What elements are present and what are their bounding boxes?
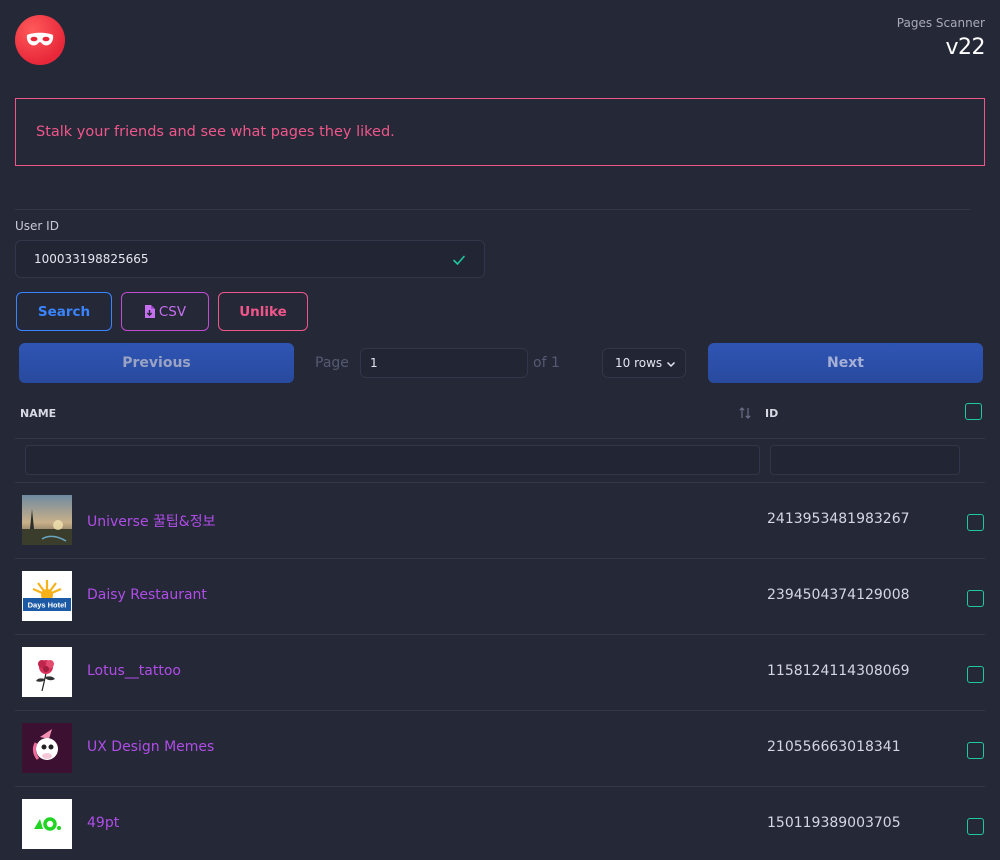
- page-name-link[interactable]: 49pt: [87, 815, 119, 831]
- csv-button[interactable]: CSV: [121, 292, 209, 331]
- name-filter-input[interactable]: [25, 445, 760, 475]
- app-version: v22: [945, 35, 985, 60]
- banner-text: Stalk your friends and see what pages th…: [36, 124, 395, 140]
- page-name-link[interactable]: Daisy Restaurant: [87, 587, 207, 603]
- next-button[interactable]: Next: [708, 343, 983, 383]
- table-row: Universe 꿀팁&정보 2413953481983267: [15, 483, 985, 559]
- row-checkbox[interactable]: [967, 590, 984, 607]
- days-hotel-logo-text: Days Hotel: [28, 601, 67, 610]
- app-name: Pages Scanner: [896, 16, 985, 30]
- mask-icon: [26, 32, 54, 46]
- check-icon: [453, 255, 465, 265]
- page-name-link[interactable]: Universe 꿀팁&정보: [87, 511, 215, 531]
- page-thumbnail: [22, 495, 72, 545]
- previous-button[interactable]: Previous: [19, 343, 294, 383]
- user-id-input[interactable]: [16, 241, 484, 277]
- row-checkbox[interactable]: [967, 742, 984, 759]
- chevron-down-icon: [666, 361, 676, 368]
- page-id: 150119389003705: [767, 815, 901, 831]
- page-total: of 1: [533, 355, 560, 371]
- 49pt-logo: [34, 817, 61, 831]
- table-row: UX Design Memes 210556663018341: [15, 711, 985, 787]
- page-name-link[interactable]: UX Design Memes: [87, 739, 214, 755]
- page-id: 1158124114308069: [767, 663, 910, 679]
- row-checkbox[interactable]: [967, 514, 984, 531]
- app-logo: [15, 15, 65, 65]
- search-button-label: Search: [37, 303, 91, 320]
- row-checkbox[interactable]: [967, 818, 984, 835]
- rows-per-page-select[interactable]: 10 rows: [602, 348, 686, 378]
- csv-button-label: CSV: [158, 303, 187, 320]
- rows-per-page-value: 10 rows: [615, 356, 663, 370]
- unicorn-logo: [32, 729, 58, 760]
- table-row: Days Hotel Daisy Restaurant 239450437412…: [15, 559, 985, 635]
- select-all-checkbox[interactable]: [965, 403, 982, 420]
- column-header-name[interactable]: NAME: [20, 407, 56, 420]
- page-thumbnail: Days Hotel: [22, 571, 72, 621]
- search-button[interactable]: Search: [16, 292, 112, 331]
- flower-tattoo-logo: [36, 660, 55, 692]
- user-id-field-wrap: [15, 240, 485, 278]
- file-download-icon: [144, 305, 155, 318]
- page-id: 2413953481983267: [767, 511, 910, 527]
- page-label: Page: [315, 355, 349, 371]
- unlike-button-label: Unlike: [239, 303, 287, 320]
- id-filter-input[interactable]: [770, 445, 960, 475]
- page-name-link[interactable]: Lotus__tattoo: [87, 663, 181, 679]
- page-number-input[interactable]: [360, 348, 528, 378]
- user-id-label: User ID: [15, 219, 59, 233]
- row-checkbox[interactable]: [967, 666, 984, 683]
- sunset-photo-image: [22, 495, 72, 545]
- page-thumbnail: [22, 647, 72, 697]
- page-thumbnail: [22, 799, 72, 849]
- unlike-button[interactable]: Unlike: [218, 292, 308, 331]
- table-row: Lotus__tattoo 1158124114308069: [15, 635, 985, 711]
- page-id: 2394504374129008: [767, 587, 910, 603]
- divider: [15, 209, 970, 210]
- info-banner: Stalk your friends and see what pages th…: [15, 98, 985, 166]
- page-id: 210556663018341: [767, 739, 901, 755]
- days-hotel-logo: Days Hotel: [23, 580, 71, 611]
- header-divider: [15, 438, 985, 439]
- column-header-id[interactable]: ID: [765, 407, 778, 420]
- sort-icon[interactable]: [738, 406, 752, 420]
- page-thumbnail: [22, 723, 72, 773]
- table-row: 49pt 150119389003705: [15, 787, 985, 860]
